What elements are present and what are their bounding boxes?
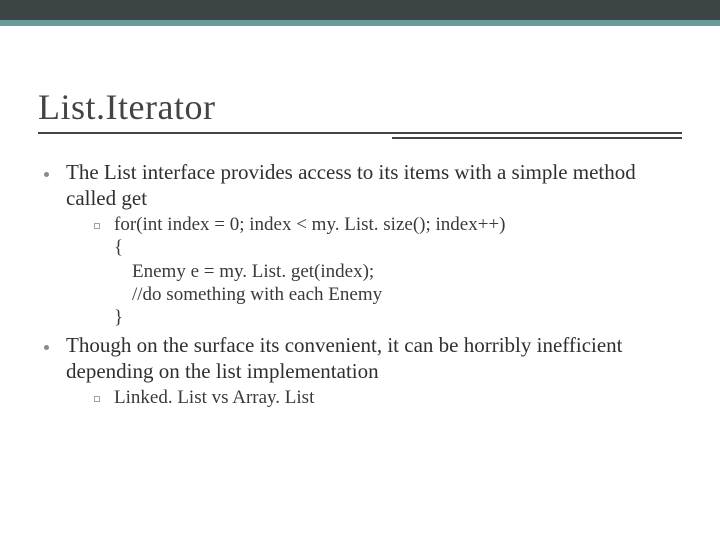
sub-bullet-item: for(int index = 0; index < my. List. siz…: [66, 213, 680, 329]
bullet-dot-icon: [44, 172, 49, 177]
slide-body: The List interface provides access to it…: [40, 160, 680, 411]
code-line: {: [114, 236, 680, 259]
bullet-text: Though on the surface its convenient, it…: [66, 333, 623, 383]
code-line: //do something with each Enemy: [114, 283, 680, 306]
sub-bullet-text: Linked. List vs Array. List: [114, 387, 314, 408]
slide-title: List.Iterator: [38, 86, 682, 128]
title-underline: [38, 132, 682, 142]
underline-short: [392, 137, 682, 139]
code-line: for(int index = 0; index < my. List. siz…: [114, 213, 680, 236]
bullet-square-icon: [94, 223, 100, 229]
bullet-item: Though on the surface its convenient, it…: [40, 333, 680, 409]
bullet-dot-icon: [44, 345, 49, 350]
sub-bullet-item: Linked. List vs Array. List: [66, 386, 680, 409]
code-block: for(int index = 0; index < my. List. siz…: [114, 213, 680, 329]
bullet-item: The List interface provides access to it…: [40, 160, 680, 329]
underline-long: [38, 132, 682, 134]
title-area: List.Iterator: [38, 86, 682, 160]
bullet-text: The List interface provides access to it…: [66, 160, 636, 210]
code-line: Enemy e = my. List. get(index);: [114, 260, 680, 283]
code-line: }: [114, 306, 680, 329]
slide: List.Iterator The List interface provide…: [0, 0, 720, 540]
top-accent-bar: [0, 0, 720, 26]
bullet-square-icon: [94, 396, 100, 402]
